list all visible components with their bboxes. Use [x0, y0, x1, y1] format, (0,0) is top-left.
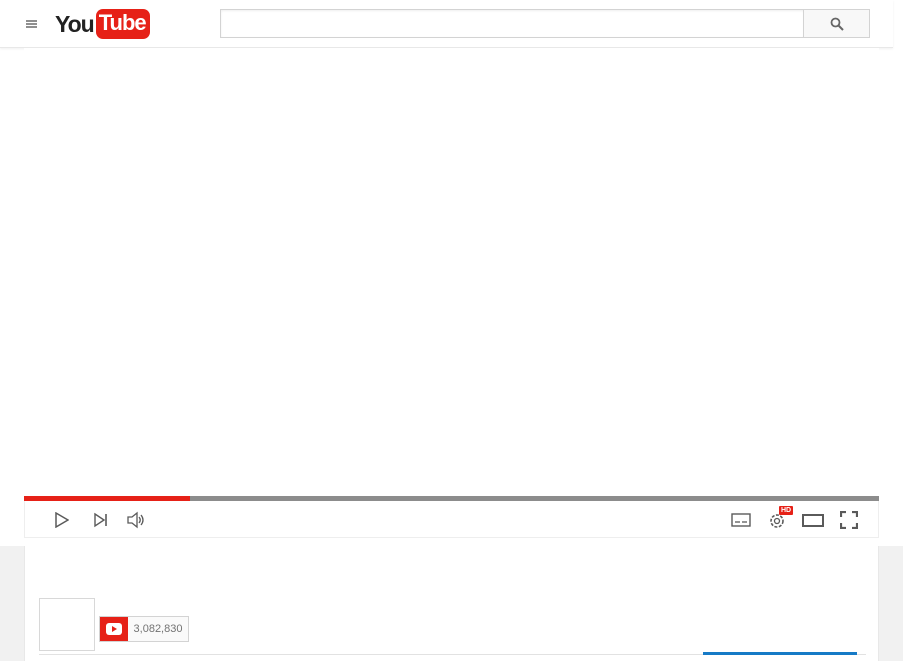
subscribe-button[interactable]: 3,082,830 [99, 616, 189, 642]
fullscreen-icon [840, 511, 858, 529]
page: You Tube HD 3,082,830 [0, 0, 903, 661]
next-button[interactable] [90, 509, 112, 531]
search-box [220, 9, 804, 38]
youtube-logo[interactable]: You Tube [55, 9, 150, 39]
video-player[interactable]: HD [24, 48, 879, 538]
logo-you-text: You [55, 11, 95, 37]
search-icon [830, 17, 844, 31]
logo-tube-text: Tube [95, 9, 150, 39]
theater-mode-button[interactable] [802, 509, 824, 531]
video-info-card: 3,082,830 [24, 546, 879, 661]
masthead: You Tube [0, 0, 893, 48]
volume-icon [127, 511, 144, 529]
theater-mode-icon [802, 514, 824, 527]
channel-avatar[interactable] [39, 598, 95, 651]
youtube-play-icon [100, 617, 128, 641]
next-icon [94, 512, 107, 528]
hamburger-menu-icon[interactable] [22, 14, 42, 34]
subtitles-icon [731, 513, 751, 527]
play-icon [55, 512, 69, 528]
search-button[interactable] [803, 9, 870, 38]
hd-badge: HD [779, 506, 794, 515]
settings-button[interactable]: HD [767, 506, 794, 531]
play-button[interactable] [50, 509, 72, 531]
active-tab-indicator [703, 652, 857, 655]
player-controls: HD [24, 501, 879, 538]
search-input[interactable] [221, 10, 804, 37]
volume-button[interactable] [125, 509, 147, 531]
fullscreen-button[interactable] [838, 509, 860, 531]
subscriber-count: 3,082,830 [133, 623, 183, 635]
subtitles-button[interactable] [730, 509, 752, 531]
